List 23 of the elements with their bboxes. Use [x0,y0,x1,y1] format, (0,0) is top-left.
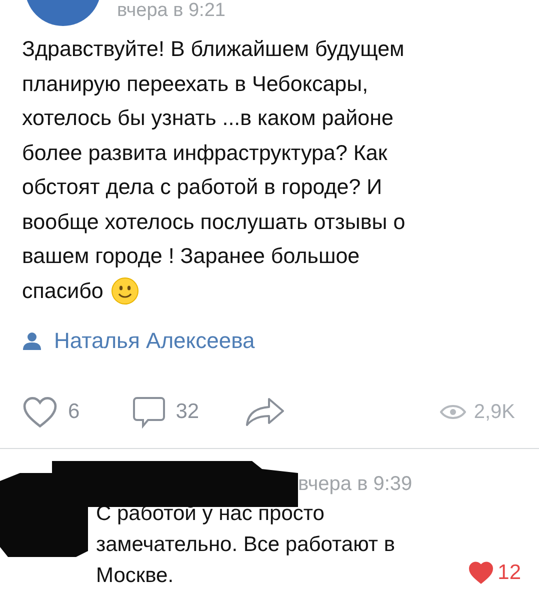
share-arrow-icon [245,397,286,427]
post-text-line: хотелось бы узнать ...в каком районе [22,105,394,132]
post-text-line: вашем городе ! Заранее большое [22,243,360,270]
comment-date: вчера в 9:39 [298,473,414,496]
like-button[interactable]: 6 [22,396,80,428]
post-text-line: вообще хотелось послушать отзывы о [22,208,406,236]
post-text-line: планирую переехать в Чебоксары, [22,70,368,98]
comment-like-button[interactable]: 12 [468,561,521,585]
post-text-line: Здравствуйте! В ближайшем будущем [22,36,404,63]
smiley-icon [111,276,140,305]
heart-icon [468,561,494,585]
author-link[interactable]: Наталья Алексеева [22,328,255,354]
comment-button[interactable]: 32 [132,395,200,429]
post-text-line: более развита инфраструктура? Как [22,140,388,166]
heart-icon [22,396,58,428]
person-icon [22,332,42,350]
share-button[interactable] [245,397,286,427]
speech-bubble-icon [132,395,166,429]
views-text: 2,9K [474,400,515,424]
post-text-line: спасибо [22,278,104,304]
post-date: вчера в 9:21 [117,0,226,22]
eye-icon [440,405,466,419]
post-text-line: обстоят дела с работой в городе? И [22,174,382,201]
